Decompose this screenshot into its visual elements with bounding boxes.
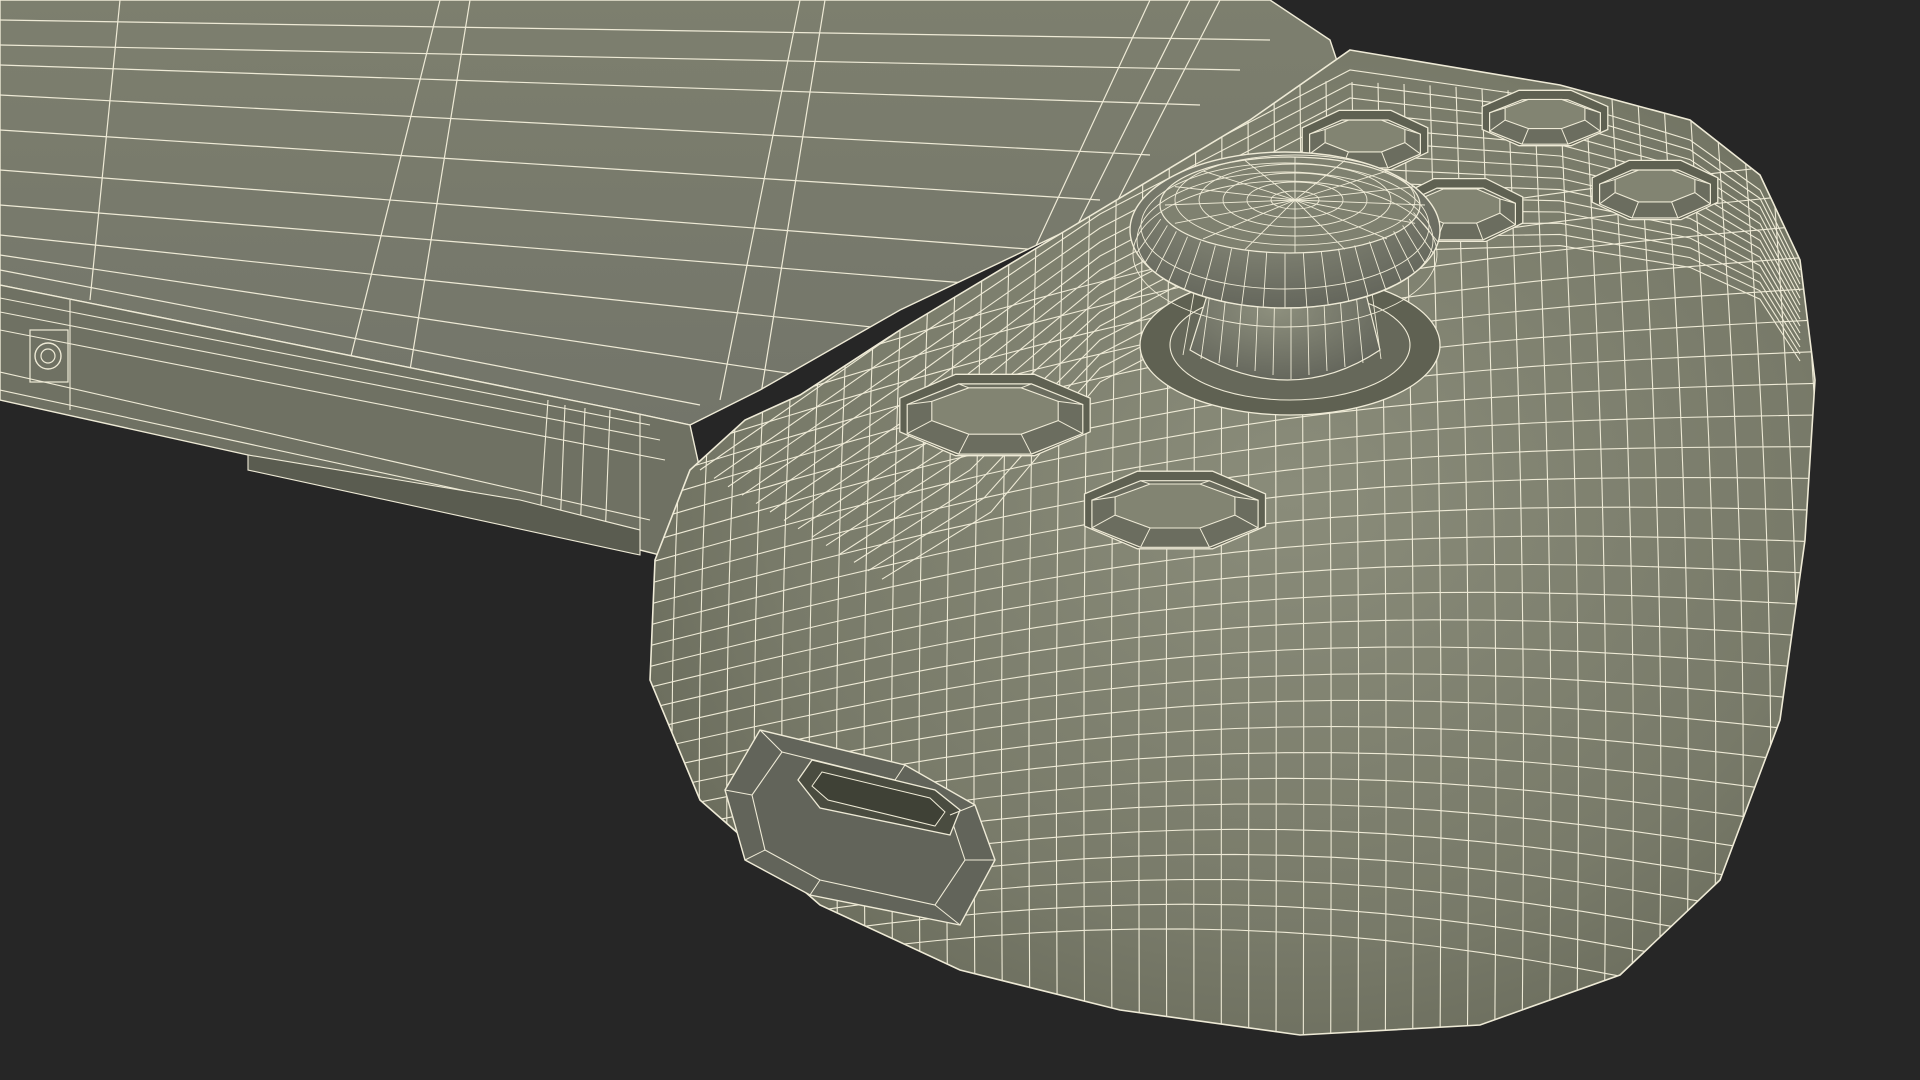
- face-button-right: [1591, 159, 1719, 221]
- face-button-top: [1481, 89, 1609, 147]
- controller-wireframe-render: [0, 0, 1816, 1036]
- dpad-button-upper: [899, 373, 1091, 457]
- analog-stick: [1129, 151, 1441, 416]
- dpad-button-lower: [1083, 470, 1267, 550]
- render-viewport: [0, 0, 1920, 1080]
